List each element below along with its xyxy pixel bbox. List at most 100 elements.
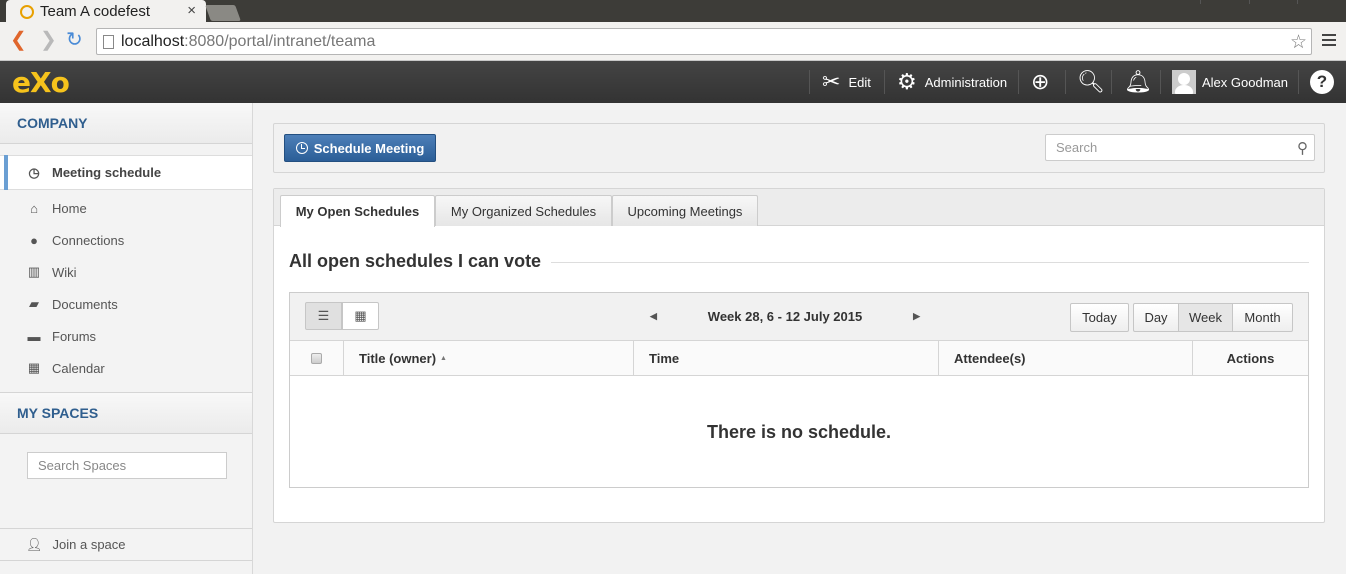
divider [1111,70,1112,94]
back-arrow-icon[interactable]: ❮ [10,30,27,50]
select-all-checkbox[interactable] [311,352,322,364]
sidebar-item-home[interactable]: ⌂ Home [0,192,252,224]
today-button[interactable]: Today [1070,303,1129,332]
column-label: Time [649,350,680,366]
sort-ascending-icon: ▲ [440,354,447,362]
calendar-icon: ▦ [27,360,41,375]
new-tab-button[interactable] [205,5,241,21]
join-space-link[interactable]: 👤︎ Join a space [0,529,252,561]
my-spaces-header[interactable]: MY SPACES [0,393,252,434]
browser-menu-icon[interactable] [1322,34,1336,46]
book-icon: ▥ [27,264,41,279]
sidebar-item-connections[interactable]: ● Connections [0,224,252,256]
list-icon: ☰ [317,308,330,323]
empty-message: There is no schedule. [706,422,892,442]
edit-label: Edit [848,74,871,90]
schedule-meeting-label: Schedule Meeting [313,140,425,156]
forward-arrow-icon[interactable]: ❯ [40,30,57,50]
column-title-owner[interactable]: Title (owner) ▲ [344,341,634,375]
section-heading: All open schedules I can vote [289,251,552,272]
window-controls [1200,0,1346,4]
column-label: Title (owner) [359,350,437,366]
week-label: Week 28, 6 - 12 July 2015 [707,309,863,324]
notifications-button[interactable]: 🔔︎ [1124,61,1152,103]
month-button[interactable]: Month [1232,303,1293,332]
loading-spinner-icon [20,4,34,19]
column-time: Time [634,341,939,375]
administration-button[interactable]: ⚙ Administration [897,61,1007,103]
divider [1298,70,1299,94]
search-spaces-input[interactable]: Search Spaces [27,452,227,479]
company-nav: ◷ Meeting schedule ⌂ Home ● Connections … [0,144,252,393]
divider [1018,70,1019,94]
week-navigator: ◀ Week 28, 6 - 12 July 2015 ▶ [650,309,920,324]
page-icon [103,35,114,49]
exo-logo[interactable]: eXo [12,66,70,99]
tools-icon: ✂ [822,69,841,94]
reload-icon[interactable]: ↻ [66,30,83,50]
administration-label: Administration [924,74,1008,90]
platform-top-bar: eXo ✂ Edit ⚙ Administration ⊕ 🔍︎ 🔔︎ Alex… [0,61,1346,103]
divider [1065,70,1066,94]
company-header[interactable]: COMPANY [0,103,252,144]
url-host: localhost [121,32,185,50]
clock-icon: ◷ [28,164,40,180]
search-placeholder: Search [1056,140,1098,155]
previous-week-icon[interactable]: ◀ [650,311,657,322]
sidebar-item-meeting-schedule[interactable]: ◷ Meeting schedule [0,155,252,190]
week-button[interactable]: Week [1178,303,1233,332]
grid-view-button[interactable]: ▦ [342,302,379,330]
divider [884,70,885,94]
select-all-cell [290,341,344,375]
sidebar-item-label: Documents [52,296,118,312]
sidebar-item-forums[interactable]: ▬ Forums [0,320,252,352]
list-view-button[interactable]: ☰ [305,302,342,330]
spaces-search-block: Search Spaces [0,452,252,529]
tab-my-organized-schedules[interactable]: My Organized Schedules [435,195,612,226]
browser-tab[interactable]: Team A codefest × [6,0,206,23]
gear-icon: ⚙ [897,69,917,94]
search-icon: ⚲ [1297,140,1308,157]
tab-upcoming-meetings[interactable]: Upcoming Meetings [612,195,758,226]
browser-toolbar: ❮ ❯ ↻ localhost:8080/portal/intranet/tea… [0,22,1346,61]
column-label: Attendee(s) [954,350,1026,366]
help-button[interactable]: ? [1310,61,1334,103]
sidebar-item-documents[interactable]: ▰ Documents [0,288,252,320]
chat-icon: ▬ [27,328,41,344]
sidebar-item-label: Calendar [52,360,105,376]
grid-icon: ▦ [354,308,367,323]
next-week-icon[interactable]: ▶ [913,311,920,322]
sidebar-item-label: Connections [52,232,125,248]
user-menu[interactable]: Alex Goodman [1172,61,1288,103]
sidebar-item-wiki[interactable]: ▥ Wiki [0,256,252,288]
action-bar: Schedule Meeting Search ⚲ [273,123,1325,173]
plus-circle-icon: ⊕ [1031,69,1050,94]
sidebar-item-label: Wiki [52,264,77,280]
url-path: :8080/portal/intranet/teama [184,32,376,50]
add-button[interactable]: ⊕ [1031,61,1049,103]
search-input[interactable]: Search ⚲ [1045,134,1315,161]
day-button[interactable]: Day [1133,303,1179,332]
schedule-meeting-button[interactable]: Schedule Meeting [284,134,436,162]
browser-tab-strip: Team A codefest × [0,0,1346,23]
search-button[interactable]: 🔍︎ [1077,61,1105,103]
browser-tab-title: Team A codefest [40,3,151,20]
tab-bar: My Open Schedules My Organized Schedules… [274,189,1324,227]
edit-button[interactable]: ✂ Edit [822,61,871,103]
add-user-icon: 👤︎ [26,536,43,552]
address-bar[interactable]: localhost:8080/portal/intranet/teama ☆ [96,28,1312,55]
divider [1160,70,1161,94]
close-tab-icon[interactable]: × [187,2,196,19]
divider [809,70,810,94]
column-attendees: Attendee(s) [939,341,1193,375]
grid-header: Title (owner) ▲ Time Attendee(s) Actions [290,341,1308,376]
sidebar-item-calendar[interactable]: ▦ Calendar [0,352,252,384]
folder-icon: ▰ [29,296,39,311]
grid-toolbar: ☰ ▦ ◀ Week 28, 6 - 12 July 2015 ▶ Today … [290,293,1308,341]
search-icon: 🔍︎ [1077,69,1105,94]
tab-my-open-schedules[interactable]: My Open Schedules [280,195,435,227]
bookmark-star-icon[interactable]: ☆ [1290,31,1307,54]
sidebar-item-label: Meeting schedule [52,165,162,180]
bell-icon: 🔔︎ [1124,69,1152,94]
column-label: Actions [1226,350,1275,366]
